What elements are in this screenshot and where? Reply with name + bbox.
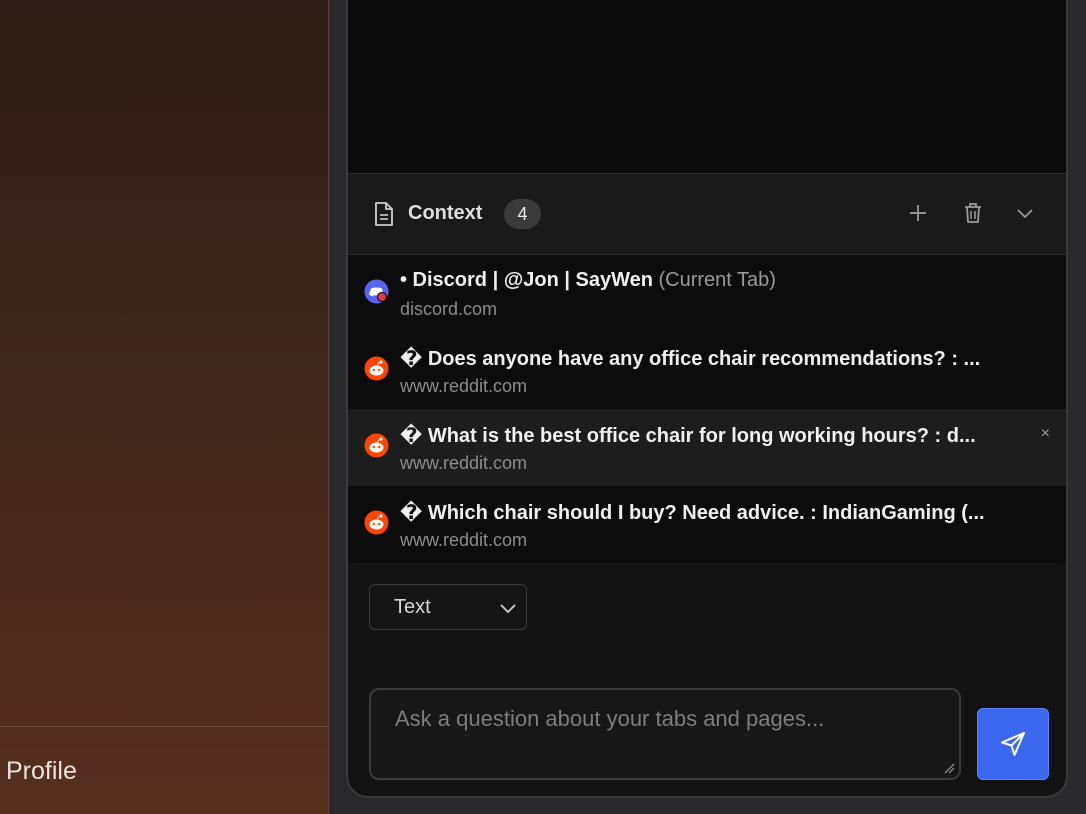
question-input[interactable] [371,690,959,778]
resize-grip-icon[interactable] [943,762,955,774]
reddit-icon [364,356,389,381]
context-item-title: � Which chair should I buy? Need advice.… [400,502,985,524]
context-item-url: www.reddit.com [400,376,528,396]
window-edge [1070,0,1086,814]
context-title: Context [408,202,483,224]
plus-icon [910,205,926,221]
context-list: • Discord | @Jon | SayWen (Current Tab) … [348,255,1066,563]
discord-icon [364,279,389,304]
context-section: Context 4 • Discord | @Jon | SayWen (Cur… [348,174,1066,564]
chevron-down-icon [500,604,516,614]
context-item-title: � What is the best office chair for long… [400,425,976,447]
context-item-url: www.reddit.com [400,453,528,473]
clear-context-button[interactable] [960,200,986,226]
context-item-title: � Does anyone have any office chair reco… [400,348,981,370]
response-area [348,0,1066,174]
context-item-title: • Discord | @Jon | SayWen [400,269,653,291]
context-item[interactable]: � Does anyone have any office chair reco… [348,332,1066,409]
question-box [369,688,961,780]
context-item[interactable]: � What is the best office chair for long… [348,409,1066,486]
left-divider [0,726,328,727]
send-icon [1001,732,1025,756]
format-select-value: Text [394,596,431,618]
context-item-url: discord.com [400,299,498,319]
left-pane: Profile [0,0,329,814]
context-item[interactable]: � Which chair should I buy? Need advice.… [348,486,1066,563]
context-item[interactable]: • Discord | @Jon | SayWen (Current Tab) … [348,255,1066,332]
assistant-panel: Context 4 • Discord | @Jon | SayWen (Cur… [346,0,1068,798]
collapse-context-button[interactable] [1012,200,1038,226]
trash-icon [965,203,981,223]
format-select[interactable]: Text [369,584,527,630]
send-button[interactable] [977,708,1049,780]
current-tab-label: (Current Tab) [652,269,776,291]
reddit-icon [364,510,389,535]
profile-nav-item[interactable]: Profile [6,757,77,786]
context-item-url: www.reddit.com [400,530,528,550]
context-count-badge: 4 [504,199,541,229]
add-context-button[interactable] [905,200,931,226]
reddit-icon [364,433,389,458]
context-header: Context 4 [348,174,1066,255]
chevron-down-icon [1017,209,1033,219]
document-icon [375,202,393,226]
remove-context-item-button[interactable]: × [1041,425,1050,443]
